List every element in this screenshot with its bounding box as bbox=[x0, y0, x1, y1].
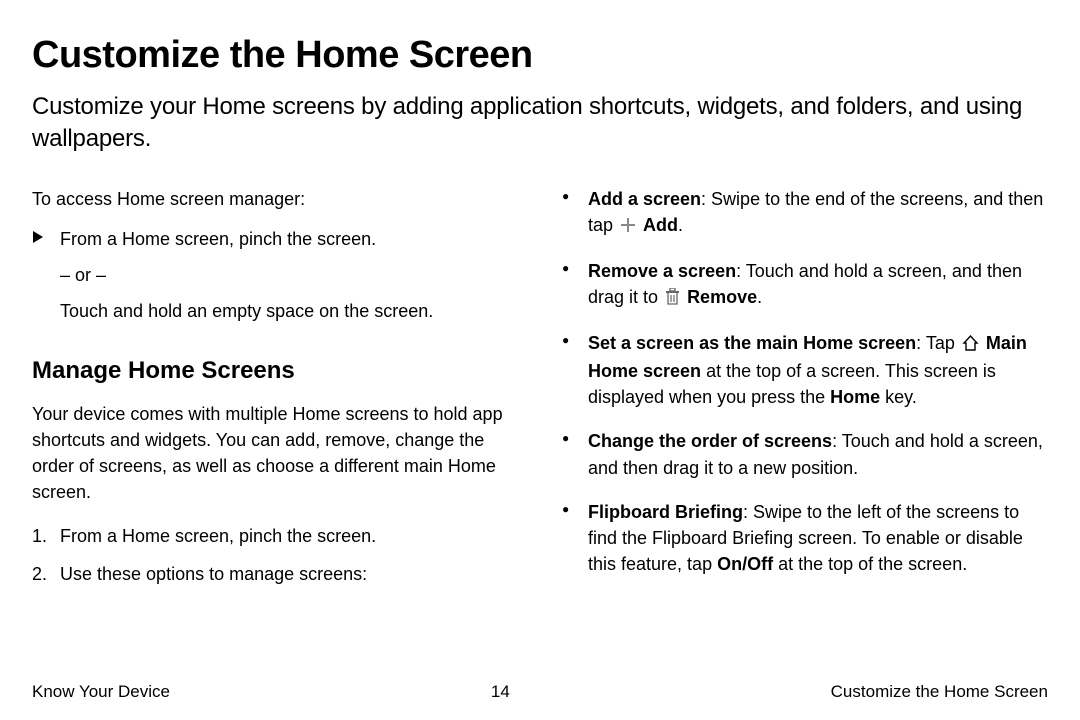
footer-right: Customize the Home Screen bbox=[831, 682, 1048, 702]
option-label: Add a screen bbox=[588, 189, 701, 209]
page-title: Customize the Home Screen bbox=[32, 34, 1048, 77]
options-list: Add a screen: Swipe to the end of the sc… bbox=[560, 186, 1048, 577]
option-label: Remove a screen bbox=[588, 261, 736, 281]
option-change-order: Change the order of screens: Touch and h… bbox=[560, 428, 1048, 480]
option-remove-screen: Remove a screen: Touch and hold a screen… bbox=[560, 258, 1048, 312]
intro-text: Customize your Home screens by adding ap… bbox=[32, 91, 1048, 156]
option-flipboard: Flipboard Briefing: Swipe to the left of… bbox=[560, 499, 1048, 577]
hold-text: Touch and hold an empty space on the scr… bbox=[32, 298, 520, 324]
option-text: : Tap bbox=[916, 333, 960, 353]
or-text: – or – bbox=[32, 262, 520, 288]
home-icon bbox=[962, 332, 979, 358]
step-2-text: Use these options to manage screens: bbox=[60, 564, 367, 584]
plus-icon bbox=[620, 214, 636, 240]
left-column: To access Home screen manager: From a Ho… bbox=[32, 186, 520, 600]
option-bold2: On/Off bbox=[717, 554, 773, 574]
content-columns: To access Home screen manager: From a Ho… bbox=[32, 186, 1048, 600]
trash-icon bbox=[665, 286, 680, 312]
page-footer: Know Your Device 14 Customize the Home S… bbox=[32, 682, 1048, 702]
right-column: Add a screen: Swipe to the end of the sc… bbox=[560, 186, 1048, 600]
pinch-step: From a Home screen, pinch the screen. bbox=[32, 226, 520, 252]
play-icon bbox=[32, 228, 44, 250]
pinch-text: From a Home screen, pinch the screen. bbox=[60, 229, 376, 249]
numbered-steps: 1.From a Home screen, pinch the screen. … bbox=[32, 523, 520, 587]
step-1: 1.From a Home screen, pinch the screen. bbox=[32, 523, 520, 549]
option-main-screen: Set a screen as the main Home screen: Ta… bbox=[560, 330, 1048, 410]
icon-label: Remove bbox=[687, 287, 757, 307]
option-tail: at the top of the screen. bbox=[773, 554, 967, 574]
step-1-text: From a Home screen, pinch the screen. bbox=[60, 526, 376, 546]
footer-left: Know Your Device bbox=[32, 682, 170, 702]
icon-label: Add bbox=[643, 215, 678, 235]
option-bold2: Home bbox=[830, 387, 880, 407]
option-tail: . bbox=[678, 215, 683, 235]
access-lead: To access Home screen manager: bbox=[32, 186, 520, 212]
option-tail: . bbox=[757, 287, 762, 307]
manage-para: Your device comes with multiple Home scr… bbox=[32, 401, 520, 505]
option-label: Change the order of screens bbox=[588, 431, 832, 451]
page-number: 14 bbox=[491, 682, 510, 702]
subheading: Manage Home Screens bbox=[32, 354, 520, 389]
option-add-screen: Add a screen: Swipe to the end of the sc… bbox=[560, 186, 1048, 240]
option-label: Set a screen as the main Home screen bbox=[588, 333, 916, 353]
step-2: 2.Use these options to manage screens: bbox=[32, 561, 520, 587]
option-tail: key. bbox=[880, 387, 917, 407]
option-label: Flipboard Briefing bbox=[588, 502, 743, 522]
